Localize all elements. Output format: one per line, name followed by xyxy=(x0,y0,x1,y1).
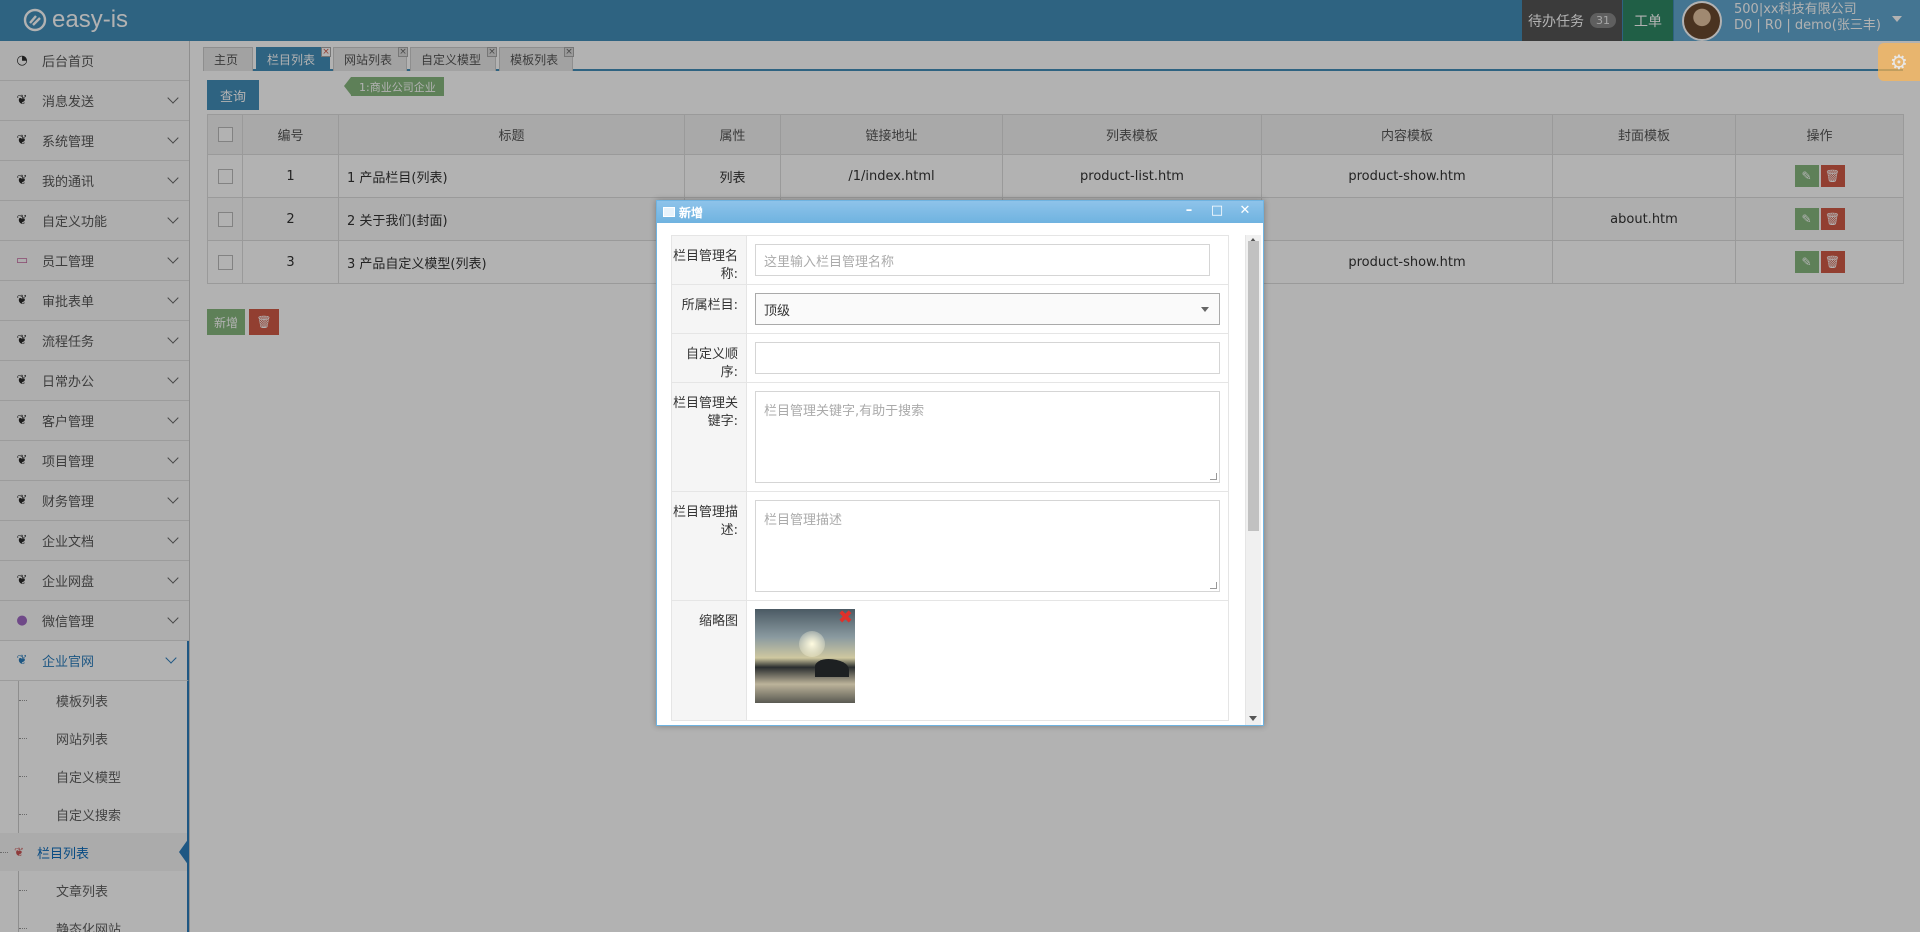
field-wrap: ✖ xyxy=(747,601,1228,720)
gear-icon: ⚙ xyxy=(1890,50,1908,74)
remove-image-icon[interactable]: ✖ xyxy=(838,609,853,627)
description-label: 栏目管理描述: xyxy=(672,492,747,600)
thumbnail-image[interactable]: ✖ xyxy=(755,609,855,703)
parent-label: 所属栏目: xyxy=(672,285,747,333)
field-wrap xyxy=(747,334,1228,382)
thumbnail-label: 缩略图 xyxy=(672,601,747,720)
window-icon xyxy=(663,207,675,217)
parent-select-value: 顶级 xyxy=(764,303,791,319)
close-icon[interactable]: ✕ xyxy=(1235,202,1255,222)
thumbnail-sun xyxy=(799,631,825,657)
field-wrap: 栏目管理描述 xyxy=(747,492,1228,600)
dialog-form: 栏目管理名称: 这里输入栏目管理名称 所属栏目: 顶级 自定义顺序: 栏目管理关… xyxy=(671,235,1229,721)
maximize-icon[interactable]: □ xyxy=(1207,202,1227,222)
dialog-scrollbar[interactable] xyxy=(1245,235,1261,725)
order-label: 自定义顺序: xyxy=(672,334,747,382)
thumbnail-hill xyxy=(815,659,849,677)
keywords-textarea[interactable]: 栏目管理关键字,有助于搜索 xyxy=(755,391,1220,483)
description-textarea[interactable]: 栏目管理描述 xyxy=(755,500,1220,592)
field-wrap: 这里输入栏目管理名称 xyxy=(747,236,1228,284)
add-column-dialog: 新增 – □ ✕ 栏目管理名称: 这里输入栏目管理名称 所属栏目: 顶级 自定义… xyxy=(656,200,1264,726)
scroll-down-icon[interactable] xyxy=(1249,716,1257,721)
form-row-thumbnail: 缩略图 ✖ xyxy=(671,601,1229,721)
dialog-title: 新增 xyxy=(679,205,704,220)
field-wrap: 栏目管理关键字,有助于搜索 xyxy=(747,383,1228,491)
form-row-order: 自定义顺序: xyxy=(671,334,1229,383)
field-wrap: 顶级 xyxy=(747,285,1228,333)
scrollbar-thumb[interactable] xyxy=(1248,241,1259,531)
parent-select[interactable]: 顶级 xyxy=(755,293,1220,325)
minimize-icon[interactable]: – xyxy=(1179,202,1199,222)
form-row-name: 栏目管理名称: 这里输入栏目管理名称 xyxy=(671,235,1229,285)
settings-gear-button[interactable]: ⚙ xyxy=(1878,43,1920,81)
order-input[interactable] xyxy=(755,342,1220,374)
form-row-keywords: 栏目管理关键字: 栏目管理关键字,有助于搜索 xyxy=(671,383,1229,492)
caret-down-icon xyxy=(1201,307,1209,312)
dialog-titlebar[interactable]: 新增 – □ ✕ xyxy=(657,201,1263,223)
form-row-parent: 所属栏目: 顶级 xyxy=(671,285,1229,334)
keywords-label: 栏目管理关键字: xyxy=(672,383,747,491)
name-label: 栏目管理名称: xyxy=(672,236,747,284)
form-row-description: 栏目管理描述: 栏目管理描述 xyxy=(671,492,1229,601)
name-input[interactable]: 这里输入栏目管理名称 xyxy=(755,244,1210,276)
